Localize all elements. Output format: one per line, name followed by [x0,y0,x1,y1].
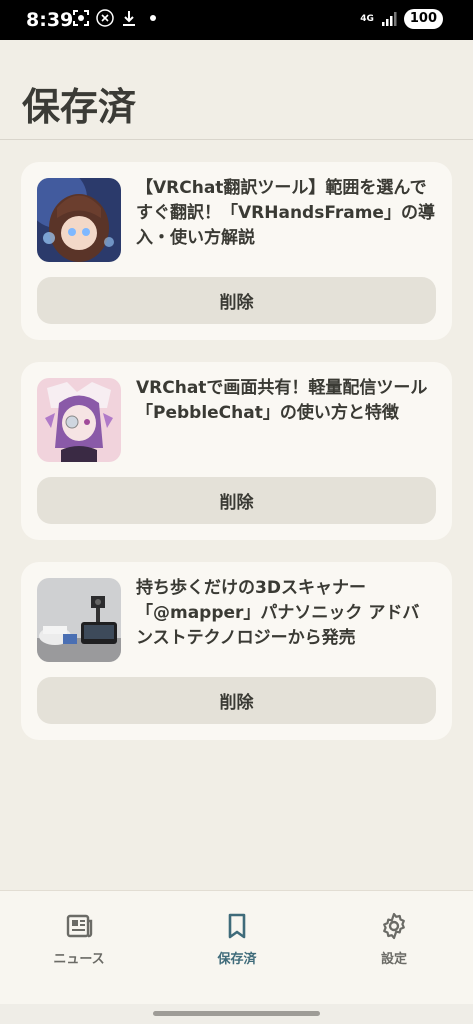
bottom-navigation: ニュース 保存済 設定 [0,890,473,1005]
bookmark-icon [222,911,252,941]
page-title: 保存済 [22,85,137,129]
article-title[interactable]: 【VRChat翻訳ツール】範囲を選んですぐ翻訳！「VRHandsFrame」の導… [136,176,436,251]
saved-article-card[interactable]: VRChatで画面共有！軽量配信ツール「PebbleChat」の使い方と特徴 削… [21,362,452,540]
status-notification-icons [72,9,162,27]
x-app-icon [96,9,114,27]
saved-article-card[interactable]: 【VRChat翻訳ツール】範囲を選んですぐ翻訳！「VRHandsFrame」の導… [21,162,452,340]
article-thumbnail [37,378,121,462]
newspaper-icon [64,911,94,941]
nav-label-saved: 保存済 [217,952,257,967]
nav-item-news[interactable]: ニュース [19,891,139,991]
nav-item-saved[interactable]: 保存済 [177,891,297,991]
battery-badge: 100 [403,9,443,29]
home-indicator[interactable] [153,1011,320,1016]
status-bar: 8:39 4G 100 [0,0,473,40]
dot-icon [144,9,162,27]
nav-label-settings: 設定 [380,952,407,967]
status-system-icons: 4G 100 [360,9,443,29]
title-divider [0,139,473,140]
gear-icon [379,911,409,941]
download-icon [120,9,138,27]
article-thumbnail [37,578,121,662]
screenshot-icon [72,9,90,27]
delete-button[interactable]: 削除 [37,677,436,724]
status-time: 8:39 [26,9,74,31]
article-title[interactable]: VRChatで画面共有！軽量配信ツール「PebbleChat」の使い方と特徴 [136,376,436,426]
delete-button[interactable]: 削除 [37,477,436,524]
signal-icon [380,10,398,28]
saved-article-card[interactable]: 持ち歩くだけの3Dスキャナー「@mapper」パナソニック アドバンストテクノロ… [21,562,452,740]
network-label: 4G [360,13,374,24]
nav-item-settings[interactable]: 設定 [334,891,454,991]
article-title[interactable]: 持ち歩くだけの3Dスキャナー「@mapper」パナソニック アドバンストテクノロ… [136,576,436,651]
delete-button[interactable]: 削除 [37,277,436,324]
nav-label-news: ニュース [53,952,105,967]
article-thumbnail [37,178,121,262]
